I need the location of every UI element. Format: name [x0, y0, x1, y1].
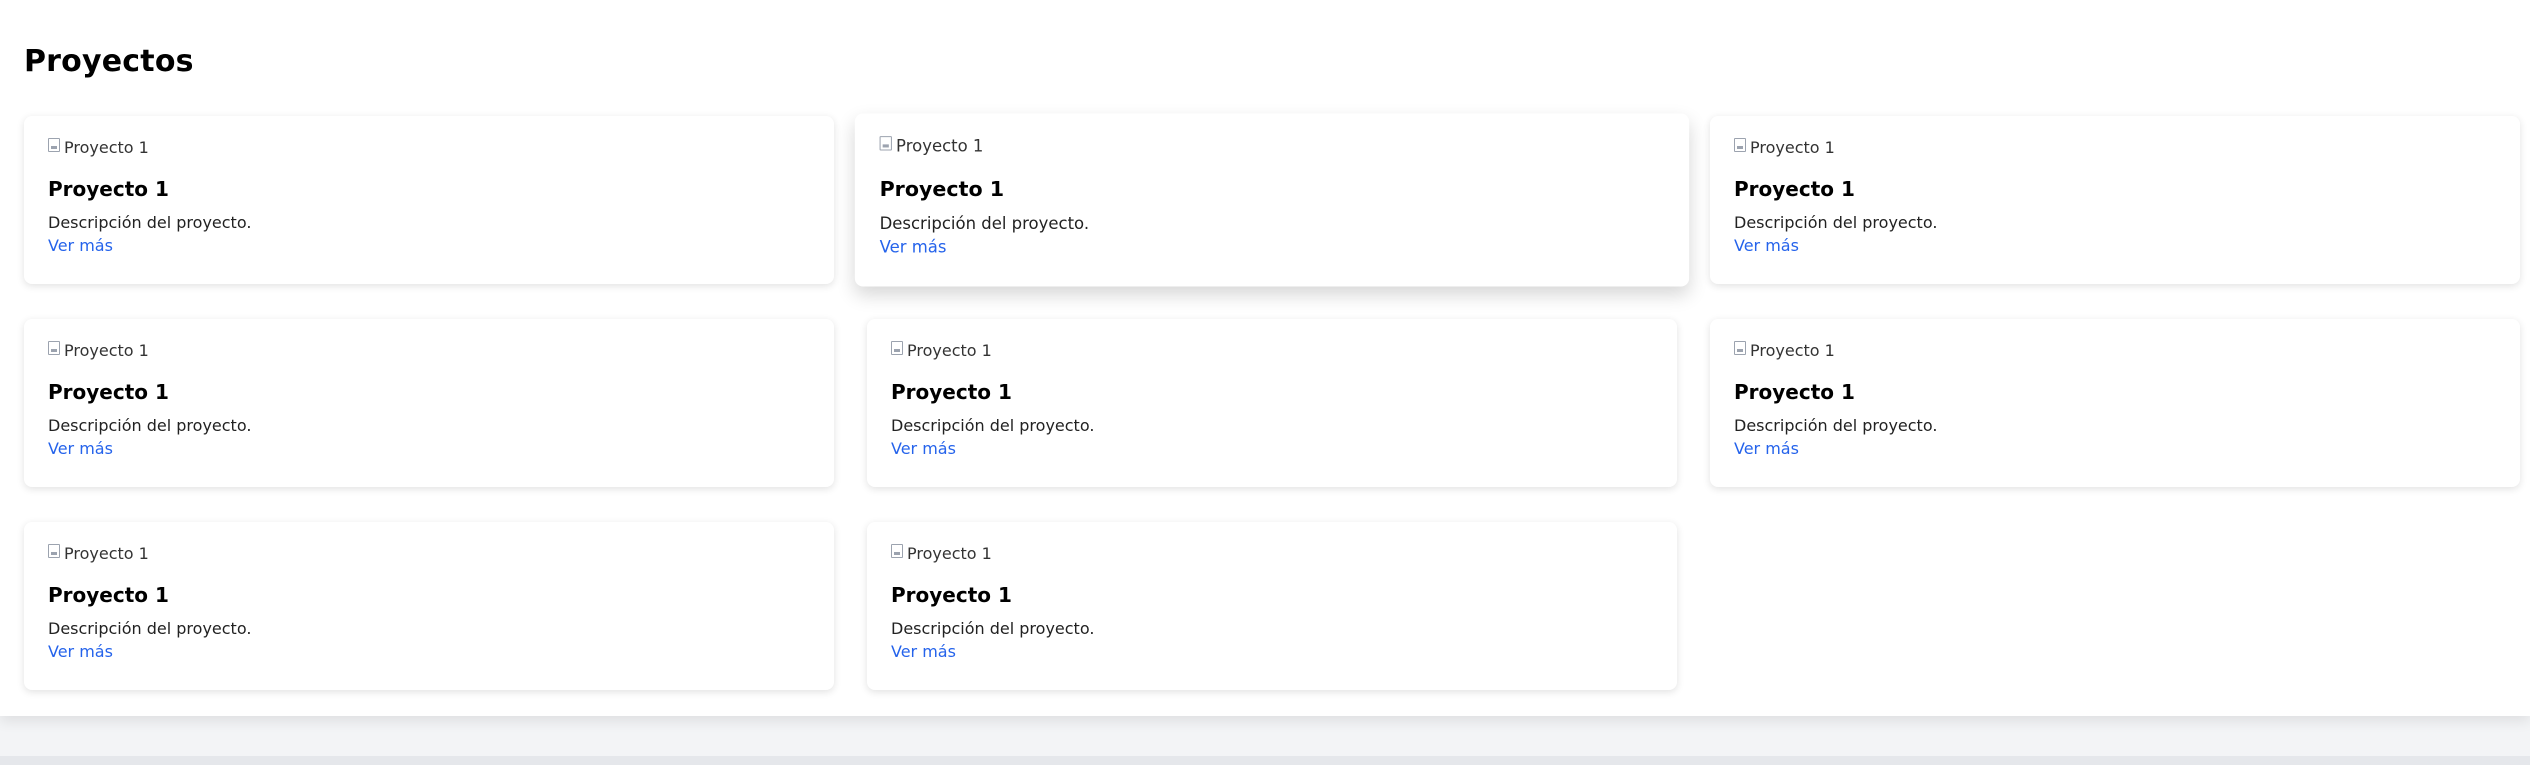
project-card: Proyecto 1 Proyecto 1 Descripción del pr…: [1710, 319, 2520, 487]
project-link[interactable]: Ver más: [48, 235, 113, 257]
broken-image-icon: [891, 544, 903, 558]
project-image: Proyecto 1: [48, 339, 810, 361]
project-image-alt: Proyecto 1: [64, 137, 149, 157]
project-title: Proyecto 1: [48, 380, 169, 404]
project-title: Proyecto 1: [48, 583, 169, 607]
broken-image-icon: [1734, 138, 1746, 152]
project-image: Proyecto 1: [48, 542, 810, 564]
project-image-alt: Proyecto 1: [1750, 137, 1835, 157]
project-image: Proyecto 1: [891, 542, 1653, 564]
project-title: Proyecto 1: [1734, 177, 1855, 201]
project-description: Descripción del proyecto.: [879, 213, 1090, 233]
project-image: Proyecto 1: [1734, 339, 2496, 361]
project-card: Proyecto 1 Proyecto 1 Descripción del pr…: [24, 522, 834, 690]
broken-image-icon: [891, 341, 903, 355]
project-image-alt: Proyecto 1: [64, 543, 149, 563]
project-image-alt: Proyecto 1: [907, 340, 992, 360]
project-image: Proyecto 1: [1734, 136, 2496, 158]
project-link[interactable]: Ver más: [880, 236, 947, 259]
project-image-alt: Proyecto 1: [896, 135, 984, 156]
project-description: Descripción del proyecto.: [891, 619, 1095, 638]
project-image: Proyecto 1: [879, 134, 1665, 157]
projects-grid: Proyecto 1 Proyecto 1 Descripción del pr…: [24, 113, 2520, 690]
project-card: Proyecto 1 Proyecto 1 Descripción del pr…: [867, 319, 1677, 487]
project-link[interactable]: Ver más: [48, 438, 113, 460]
project-card: Proyecto 1 Proyecto 1 Descripción del pr…: [24, 116, 834, 284]
project-image: Proyecto 1: [48, 136, 810, 158]
project-description: Descripción del proyecto.: [1734, 416, 1938, 435]
broken-image-icon: [879, 136, 892, 151]
project-image-alt: Proyecto 1: [64, 340, 149, 360]
section-title: Proyectos: [24, 44, 194, 79]
broken-image-icon: [48, 341, 60, 355]
page-footer-strip: [0, 756, 2530, 765]
projects-page: Proyectos Proyecto 1 Proyecto 1 Descripc…: [0, 0, 2530, 716]
project-card: Proyecto 1 Proyecto 1 Descripción del pr…: [854, 113, 1690, 287]
broken-image-icon: [1734, 341, 1746, 355]
project-title: Proyecto 1: [1734, 380, 1855, 404]
project-card: Proyecto 1 Proyecto 1 Descripción del pr…: [867, 522, 1677, 690]
broken-image-icon: [48, 138, 60, 152]
project-description: Descripción del proyecto.: [891, 416, 1095, 435]
project-description: Descripción del proyecto.: [48, 213, 252, 232]
broken-image-icon: [48, 544, 60, 558]
project-description: Descripción del proyecto.: [48, 416, 252, 435]
project-link[interactable]: Ver más: [891, 438, 956, 460]
project-image-alt: Proyecto 1: [1750, 340, 1835, 360]
project-description: Descripción del proyecto.: [1734, 213, 1938, 232]
project-link[interactable]: Ver más: [48, 641, 113, 663]
project-card: Proyecto 1 Proyecto 1 Descripción del pr…: [24, 319, 834, 487]
project-title: Proyecto 1: [891, 380, 1012, 404]
project-title: Proyecto 1: [891, 583, 1012, 607]
project-image: Proyecto 1: [891, 339, 1653, 361]
project-link[interactable]: Ver más: [891, 641, 956, 663]
project-link[interactable]: Ver más: [1734, 235, 1799, 257]
project-description: Descripción del proyecto.: [48, 619, 252, 638]
project-title: Proyecto 1: [48, 177, 169, 201]
project-card: Proyecto 1 Proyecto 1 Descripción del pr…: [1710, 116, 2520, 284]
project-title: Proyecto 1: [879, 176, 1005, 202]
project-image-alt: Proyecto 1: [907, 543, 992, 563]
project-link[interactable]: Ver más: [1734, 438, 1799, 460]
